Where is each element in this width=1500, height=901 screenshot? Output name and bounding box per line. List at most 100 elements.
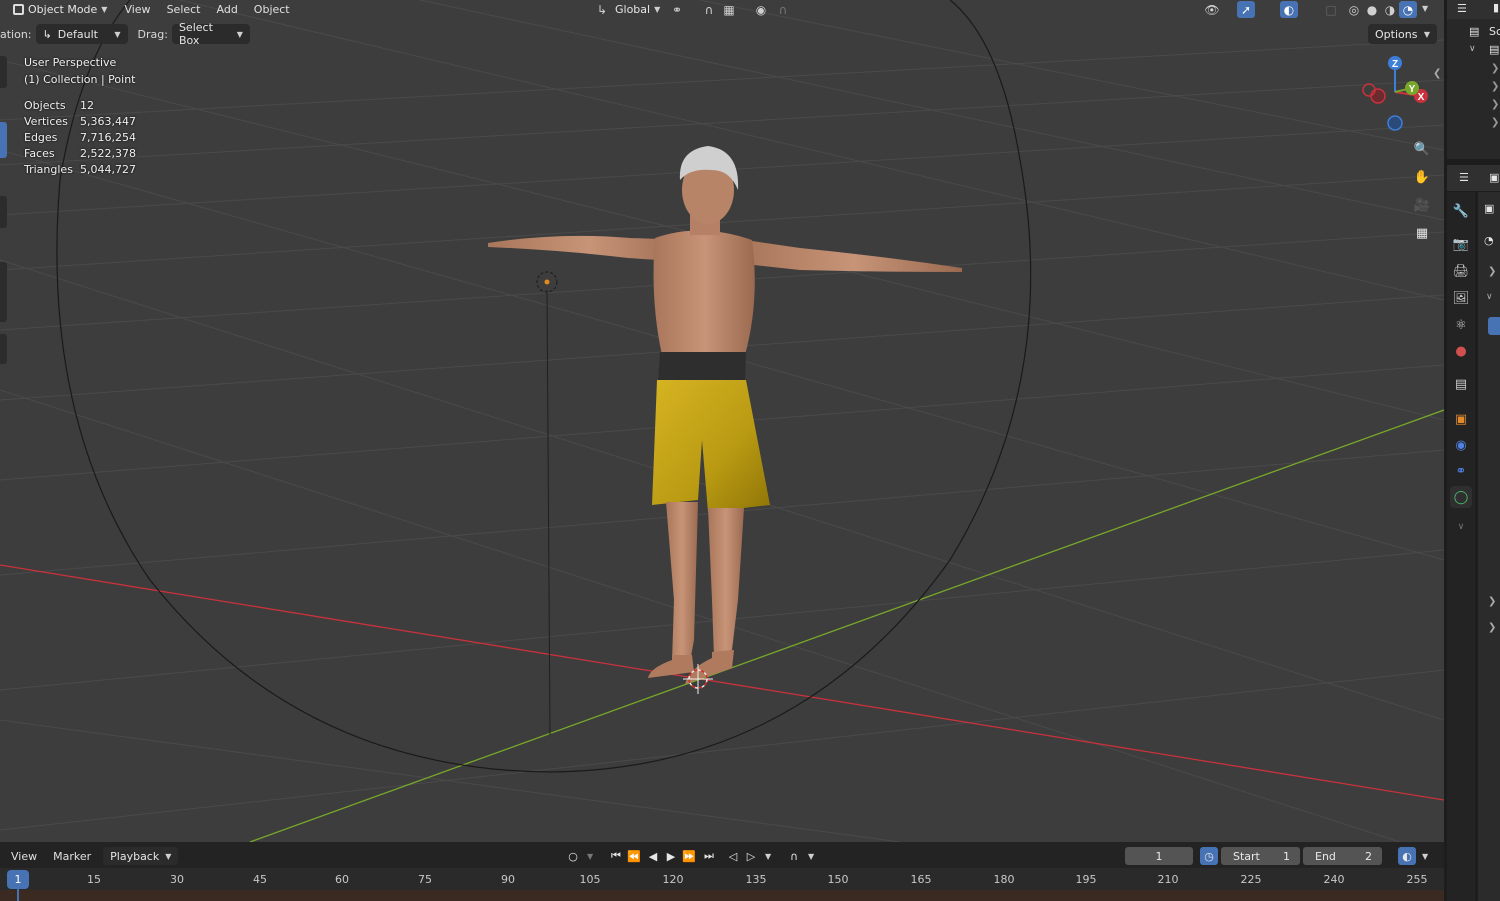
expand-chevron-icon[interactable]: ❯ bbox=[1488, 266, 1496, 277]
next-keyframe-icon[interactable]: ⏩ bbox=[680, 847, 698, 865]
light-radius-circle bbox=[56, 0, 1032, 773]
chevron-down-icon[interactable]: ▼ bbox=[1422, 852, 1428, 861]
wireframe-shading-icon[interactable]: ◎ bbox=[1345, 1, 1363, 18]
gizmo-z-label: Z bbox=[1392, 59, 1398, 70]
filter-icon[interactable]: ▮ bbox=[1493, 1, 1499, 14]
snap-icon[interactable]: ∩ bbox=[700, 1, 718, 18]
keyframe-track[interactable] bbox=[0, 890, 1444, 901]
chevron-down-icon[interactable]: ▼ bbox=[587, 852, 593, 861]
gizmo-neg-z[interactable] bbox=[1387, 115, 1403, 131]
menu-add[interactable]: Add bbox=[209, 0, 246, 19]
physics-tab-icon[interactable]: ◉ bbox=[1450, 434, 1472, 456]
toolbar-stub-active[interactable] bbox=[0, 122, 7, 158]
solid-shading-icon[interactable]: ● bbox=[1363, 1, 1381, 18]
snap-target-icon[interactable]: ▦ bbox=[720, 1, 738, 18]
prev-keyframe-icon[interactable]: ⏪ bbox=[625, 847, 643, 865]
sync-icon[interactable]: ◐ bbox=[1398, 847, 1416, 865]
menu-select[interactable]: Select bbox=[159, 0, 209, 19]
falloff-icon[interactable]: ∩ bbox=[774, 1, 792, 18]
expand-chevron-icon[interactable]: ❯ bbox=[1491, 63, 1499, 74]
object-tab-icon[interactable]: ▣ bbox=[1450, 408, 1472, 430]
expand-chevron-icon[interactable]: ❯ bbox=[1491, 99, 1499, 110]
options-dropdown[interactable]: Options ▼ bbox=[1368, 24, 1437, 44]
timeline-ruler[interactable]: 15 30 45 60 75 90 105 120 135 150 165 18… bbox=[0, 868, 1444, 890]
light-data-tab-icon[interactable]: ◯ bbox=[1450, 486, 1472, 508]
ruler-tick: 150 bbox=[827, 873, 849, 886]
expand-chevron-icon[interactable]: ❯ bbox=[1488, 596, 1496, 607]
visibility-icon[interactable]: 👁 bbox=[1203, 1, 1221, 18]
scene-tab-icon[interactable]: ⚛ bbox=[1450, 314, 1472, 336]
toolbar-stub[interactable] bbox=[0, 262, 7, 322]
end-frame-field[interactable]: End 2 bbox=[1303, 847, 1382, 865]
transform-orientation-dropdown[interactable]: ↳ Global ▼ bbox=[588, 0, 665, 19]
pivot-point-icon[interactable]: ⚭ bbox=[668, 1, 686, 18]
rendered-shading-icon[interactable]: ◔ bbox=[1399, 1, 1417, 18]
orientation-icon: ↳ bbox=[596, 2, 608, 17]
stat-value: 12 bbox=[80, 98, 94, 112]
prev-marker-icon[interactable]: ◁ bbox=[724, 847, 742, 865]
active-field[interactable] bbox=[1488, 317, 1500, 335]
toolbar-stub[interactable] bbox=[0, 196, 7, 228]
playback-dropdown[interactable]: Playback ▼ bbox=[103, 847, 179, 865]
menu-view[interactable]: View bbox=[116, 0, 158, 19]
orientation-dropdown[interactable]: ↳ Default ▼ bbox=[35, 24, 128, 44]
tool-tab-icon[interactable]: 🔧 bbox=[1450, 200, 1472, 222]
pin-icon[interactable]: ▣ bbox=[1489, 171, 1499, 184]
auto-keying-icon[interactable]: ○ bbox=[564, 847, 582, 865]
menu-object[interactable]: Object bbox=[246, 0, 298, 19]
shading-options-chevron-icon[interactable]: ▼ bbox=[1422, 4, 1428, 13]
camera-view-icon[interactable]: 🎥 bbox=[1410, 193, 1434, 217]
3d-viewport[interactable]: Object Mode ▼ View Select Add Object ↳ G… bbox=[0, 0, 1444, 842]
mode-selector[interactable]: Object Mode ▼ bbox=[8, 0, 112, 19]
timeline-menu-marker[interactable]: Marker bbox=[45, 847, 99, 866]
playhead[interactable]: 1 bbox=[7, 870, 29, 889]
start-value: 1 bbox=[1283, 849, 1290, 863]
world-tab-icon[interactable]: ● bbox=[1450, 340, 1472, 362]
zoom-icon[interactable]: 🔍 bbox=[1410, 137, 1434, 161]
next-marker-icon[interactable]: ▷ bbox=[742, 847, 760, 865]
pan-hand-icon[interactable]: ✋ bbox=[1410, 165, 1434, 189]
properties-content: ▣ ◔ ❯ ∨ ❯ ❯ bbox=[1478, 192, 1500, 901]
chevron-down-icon[interactable]: ▼ bbox=[765, 852, 771, 861]
timeline-menu-view[interactable]: View bbox=[3, 847, 45, 866]
expand-chevron-icon[interactable]: ❯ bbox=[1491, 117, 1499, 128]
snap-magnet-icon[interactable]: ∩ bbox=[785, 847, 803, 865]
ruler-tick: 90 bbox=[501, 873, 515, 886]
preview-range-clock-icon[interactable]: ◷ bbox=[1200, 847, 1218, 865]
play-reverse-icon[interactable]: ◀ bbox=[644, 847, 662, 865]
current-frame-field[interactable]: 1 bbox=[1125, 847, 1193, 865]
more-tabs-chevron-icon[interactable]: ∨ bbox=[1450, 516, 1472, 538]
material-shading-icon[interactable]: ◑ bbox=[1381, 1, 1399, 18]
gizmo-toggle-icon[interactable]: ➚ bbox=[1237, 1, 1255, 18]
proportional-edit-icon[interactable]: ◉ bbox=[752, 1, 770, 18]
render-tab-icon[interactable]: 📷 bbox=[1450, 233, 1472, 255]
play-icon[interactable]: ▶ bbox=[662, 847, 680, 865]
overlays-toggle-icon[interactable]: ◐ bbox=[1280, 1, 1298, 18]
output-tab-icon[interactable]: 🖨 bbox=[1450, 260, 1472, 282]
chevron-down-icon: ▼ bbox=[114, 29, 121, 39]
properties-editor-icon[interactable]: ☰ bbox=[1459, 171, 1469, 184]
xray-toggle-icon[interactable]: □ bbox=[1322, 1, 1340, 18]
jump-start-icon[interactable]: ⏮ bbox=[607, 847, 625, 865]
expand-chevron-icon[interactable]: ∨ bbox=[1486, 292, 1493, 302]
drag-dropdown[interactable]: Select Box ▼ bbox=[171, 21, 250, 47]
toolbar-stub[interactable] bbox=[0, 56, 7, 88]
blender-window: Object Mode ▼ View Select Add Object ↳ G… bbox=[0, 0, 1500, 901]
gizmo-neg-x[interactable] bbox=[1370, 88, 1386, 104]
start-frame-field[interactable]: Start 1 bbox=[1221, 847, 1300, 865]
orientation-label: ation: bbox=[0, 27, 32, 41]
constraints-tab-icon[interactable]: ⚭ bbox=[1450, 460, 1472, 482]
toolbar-stub[interactable] bbox=[0, 334, 7, 364]
navigation-gizmo[interactable]: Z X Y bbox=[1360, 52, 1436, 132]
chevron-down-icon[interactable]: ▼ bbox=[808, 852, 814, 861]
expand-chevron-icon[interactable]: ∨ bbox=[1469, 44, 1476, 54]
object-mode-icon bbox=[13, 4, 24, 15]
expand-chevron-icon[interactable]: ❯ bbox=[1491, 81, 1499, 92]
perspective-grid-icon[interactable]: ▦ bbox=[1410, 221, 1434, 245]
sidebar-toggle-chevron-icon[interactable]: ❮ bbox=[1433, 68, 1441, 79]
view-layer-tab-icon[interactable]: 🖼 bbox=[1450, 287, 1472, 309]
collection-tab-icon[interactable]: ▤ bbox=[1450, 373, 1472, 395]
editor-type-icon[interactable]: ☰ bbox=[1457, 2, 1467, 15]
expand-chevron-icon[interactable]: ❯ bbox=[1488, 622, 1496, 633]
jump-end-icon[interactable]: ⏭ bbox=[700, 847, 718, 865]
